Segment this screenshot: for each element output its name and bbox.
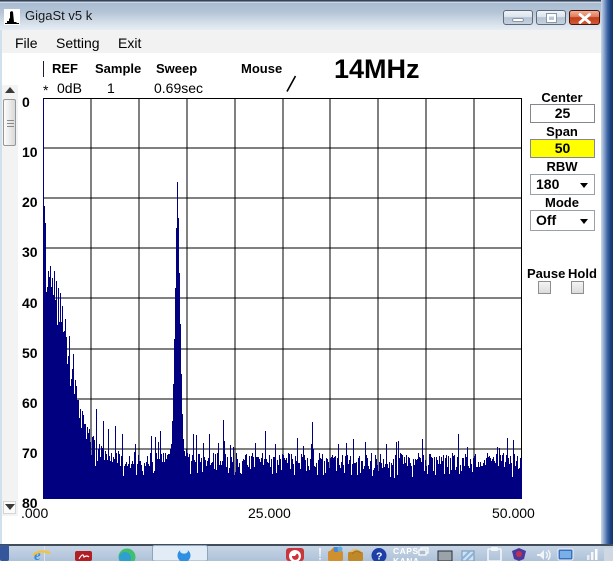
svg-text:KANA: KANA	[393, 556, 420, 561]
svg-text:CAPS: CAPS	[393, 546, 419, 556]
svg-text:?: ?	[376, 551, 382, 561]
